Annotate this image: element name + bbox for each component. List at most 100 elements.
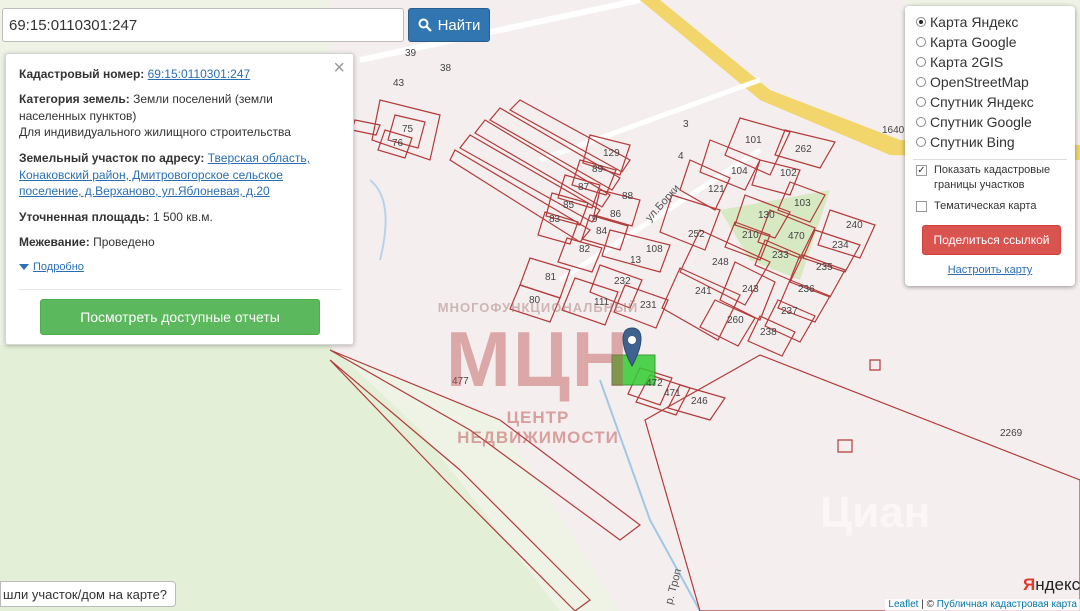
plot-number-label: 38	[440, 63, 452, 74]
plot-number-label: 246	[691, 396, 708, 407]
category-row: Категория земель: Земли поселений (земли…	[19, 91, 329, 141]
survey-value: Проведено	[93, 235, 155, 249]
layer-option[interactable]: Спутник Google	[916, 114, 1032, 130]
address-link-1[interactable]: Тверская область,	[208, 151, 310, 165]
survey-label: Межевание:	[19, 235, 90, 249]
layer-option-label: OpenStreetMap	[930, 74, 1029, 90]
address-row: Земельный участок по адресу: Тверская об…	[19, 150, 329, 200]
category-value-2: населенных пунктов)	[19, 108, 137, 123]
address-label: Земельный участок по адресу:	[19, 151, 205, 165]
layer-option[interactable]: Карта Google	[916, 34, 1017, 50]
plot-number-label: 83	[549, 214, 561, 225]
close-icon[interactable]: ×	[333, 58, 345, 78]
plot-number-label: 470	[788, 231, 805, 242]
plot-number-label: 471	[664, 388, 681, 399]
caret-down-icon	[19, 264, 29, 270]
radio-icon[interactable]	[916, 97, 926, 107]
plot-number-label: 76	[392, 138, 404, 149]
radio-icon[interactable]	[916, 117, 926, 127]
plot-number-label: 87	[578, 182, 590, 193]
plot-number-label: 240	[846, 220, 863, 231]
radio-icon[interactable]	[916, 37, 926, 47]
radio-icon[interactable]	[916, 17, 926, 27]
yandex-logo: Яндекс	[1023, 575, 1080, 595]
attribution-separator: | ©	[918, 599, 937, 610]
road-km-label: 1640	[882, 125, 905, 136]
divider	[19, 289, 341, 290]
plot-number-label: 472	[646, 378, 663, 389]
plot-number-label: 129	[603, 148, 620, 159]
layer-option[interactable]: Спутник Bing	[916, 134, 1015, 150]
cadastral-map-link[interactable]: Публичная кадастровая карта	[937, 599, 1077, 610]
parcel-info-panel: × Кадастровый номер: 69:15:0110301:247 К…	[5, 53, 354, 345]
search-button[interactable]: Найти	[408, 8, 490, 42]
plot-number-label: 233	[772, 250, 789, 261]
plot-number-label: 111	[594, 297, 610, 308]
river-label: р. Троп	[663, 567, 684, 605]
found-parcel-prompt[interactable]: шли участок/дом на карте?	[0, 581, 177, 607]
layer-option[interactable]: OpenStreetMap	[916, 74, 1029, 90]
area-label: Уточненная площадь:	[19, 210, 150, 224]
address-link-2[interactable]: Конаковский район, Дмитровогорское сельс…	[19, 168, 283, 182]
search-button-label: Найти	[437, 16, 481, 34]
show-cadastral-toggle[interactable]: ✓ Показать кадастровые границы участков	[916, 163, 1050, 193]
plot-number-label: 43	[393, 78, 405, 89]
layer-option-label: Карта 2GIS	[930, 54, 1004, 70]
plot-number-label: 82	[579, 244, 591, 255]
details-toggle[interactable]: Подробно	[19, 261, 84, 273]
cadastral-number-link[interactable]: 69:15:0110301:247	[148, 67, 251, 81]
plot-number-label: 262	[795, 144, 812, 155]
details-label: Подробно	[33, 261, 84, 273]
plot-number-label: 477	[452, 376, 469, 387]
plot-number-label: 86	[610, 209, 622, 220]
plot-number-label: 108	[646, 244, 663, 255]
thematic-map-label: Тематическая карта	[934, 200, 1037, 212]
radio-icon[interactable]	[916, 57, 926, 67]
plot-number-label: 75	[402, 124, 414, 135]
plot-number-label: 2269	[1000, 428, 1023, 439]
view-reports-button[interactable]: Посмотреть доступные отчеты	[40, 299, 320, 335]
radio-icon[interactable]	[916, 77, 926, 87]
plot-number-label: 260	[727, 315, 744, 326]
layer-option-label: Спутник Bing	[930, 134, 1015, 150]
category-value-1: Земли поселений (земли	[133, 92, 273, 106]
search-input[interactable]	[2, 8, 404, 42]
plot-number-label: 248	[712, 257, 729, 268]
configure-map-link[interactable]: Настроить карту	[905, 264, 1075, 276]
plot-number-label: 102	[780, 168, 797, 179]
thematic-map-checkbox[interactable]	[916, 201, 927, 212]
layer-option[interactable]: Карта 2GIS	[916, 54, 1003, 70]
radio-icon[interactable]	[916, 137, 926, 147]
plot-number-label: 238	[760, 327, 777, 338]
plot-number-label: 243	[742, 284, 759, 295]
plot-number-label: 241	[695, 286, 712, 297]
yandex-logo-rest: ндекс	[1035, 575, 1080, 594]
plot-number-label: 130	[758, 210, 775, 221]
layer-option[interactable]: Карта Яндекс	[916, 14, 1018, 30]
category-label: Категория земель:	[19, 92, 130, 106]
search-icon	[418, 18, 432, 32]
layer-option-label: Карта Google	[930, 34, 1017, 50]
plot-number-label: 81	[545, 272, 557, 283]
plot-number-label: 237	[781, 306, 798, 317]
thematic-map-toggle[interactable]: Тематическая карта	[916, 199, 1036, 214]
plot-number-label: 80	[529, 295, 541, 306]
leaflet-link[interactable]: Leaflet	[888, 599, 918, 610]
address-link-3[interactable]: поселение, д.Верханово, ул.Яблоневая, д.…	[19, 184, 270, 198]
plot-number-label: 84	[596, 226, 608, 237]
show-cadastral-label-1: Показать кадастровые	[934, 164, 1051, 176]
plot-number-label: 232	[614, 276, 631, 287]
share-link-button[interactable]: Поделиться ссылкой	[922, 225, 1061, 255]
show-cadastral-checkbox[interactable]: ✓	[916, 165, 927, 176]
search-bar: Найти	[2, 8, 490, 42]
plot-number-label: 89	[592, 164, 604, 175]
plot-number-label: 252	[688, 229, 705, 240]
cadastral-row: Кадастровый номер: 69:15:0110301:247	[19, 66, 329, 83]
layer-option-label: Спутник Google	[930, 114, 1032, 130]
layer-option[interactable]: Спутник Яндекс	[916, 94, 1034, 110]
cadastral-label: Кадастровый номер:	[19, 67, 145, 81]
plot-number-label: 235	[816, 262, 833, 273]
plot-number-label: 236	[798, 284, 815, 295]
plot-number-label: 3	[683, 119, 689, 130]
area-value: 1 500 кв.м.	[152, 210, 213, 224]
